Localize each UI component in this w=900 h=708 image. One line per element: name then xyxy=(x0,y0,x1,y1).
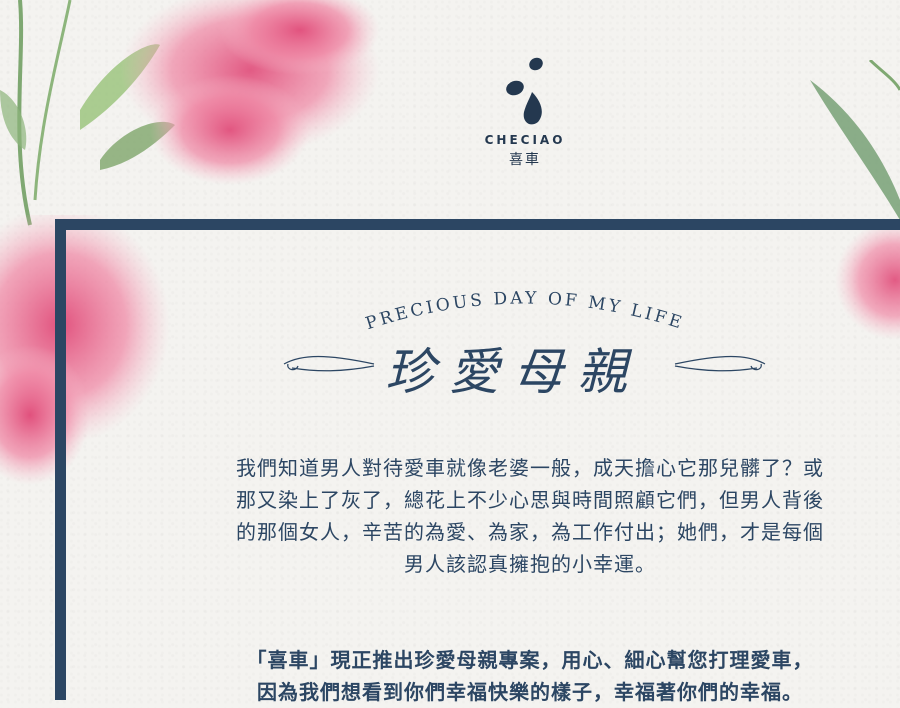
logo-mark-icon xyxy=(506,57,543,125)
highlight-line: 「喜車」現正推出珍愛母親專案，用心、細心幫您打理愛車， xyxy=(246,648,814,672)
brand-logo: CHECIAO 喜車 xyxy=(470,52,580,169)
frame-border-top xyxy=(55,219,900,230)
hero-subtitle-text: PRECIOUS DAY OF MY LIFE xyxy=(363,288,683,334)
intro-line: 我們知道男人對待愛車就像老婆一般，成天擔心它那兒髒了？或 xyxy=(236,456,824,480)
brand-name-en: CHECIAO xyxy=(484,133,566,147)
highlight-line: 因為我們想看到你們幸福快樂的樣子，幸福著你們的幸福。 xyxy=(257,680,803,704)
intro-line: 那又染上了灰了，總花上不少心思與時間照顧它們，但男人背後 xyxy=(236,488,824,512)
intro-line: 男人該認真擁抱的小幸運。 xyxy=(404,552,656,576)
intro-paragraph: 我們知道男人對待愛車就像老婆一般，成天擔心它那兒髒了？或 那又染上了灰了，總花上… xyxy=(180,452,880,580)
highlight-paragraph: 「喜車」現正推出珍愛母親專案，用心、細心幫您打理愛車， 因為我們想看到你們幸福快… xyxy=(180,644,880,708)
flower-decoration-top-left xyxy=(0,0,380,226)
hero-title: 珍愛母親 xyxy=(385,343,641,401)
frame-border-left xyxy=(55,219,66,700)
flower-decoration-right xyxy=(810,60,900,340)
brand-name-cn: 喜車 xyxy=(509,152,541,168)
flourish-right-icon xyxy=(674,355,766,372)
flower-decoration-left xyxy=(0,215,170,485)
svg-text:PRECIOUS DAY OF MY LIFE: PRECIOUS DAY OF MY LIFE xyxy=(363,288,686,334)
flourish-left-icon xyxy=(283,355,375,372)
intro-line: 的那個女人，辛苦的為愛、為家，為工作付出；她們，才是每個 xyxy=(236,520,824,544)
